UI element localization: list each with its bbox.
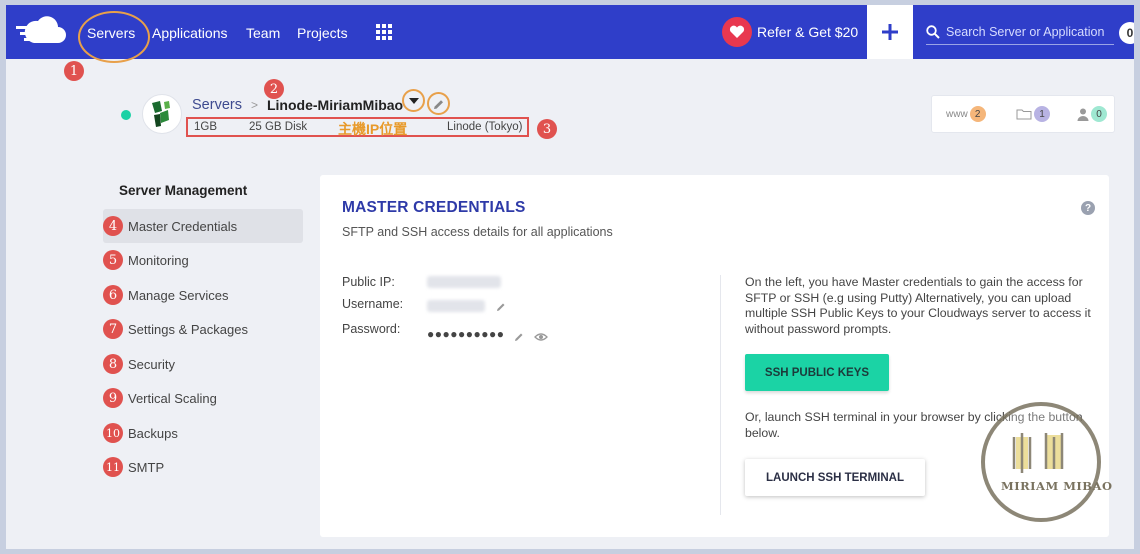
server-provider: Linode (Tokyo)	[447, 121, 523, 133]
server-counts: www 2 1 0	[931, 95, 1115, 133]
edit-pencil-icon[interactable]	[431, 97, 447, 113]
heart-icon	[722, 17, 752, 47]
sidebar-item-vertical-scaling[interactable]: 9 Vertical Scaling	[103, 381, 303, 415]
eye-icon[interactable]	[534, 331, 548, 343]
nav-projects[interactable]: Projects	[297, 25, 348, 41]
sidebar-item-manage-services[interactable]: 6 Manage Services	[103, 278, 303, 312]
ssh-public-keys-button[interactable]: SSH PUBLIC KEYS	[745, 354, 889, 391]
sidebar-item-label: Manage Services	[128, 287, 229, 303]
search-icon	[926, 24, 940, 39]
watermark-logo-icon	[981, 402, 1101, 522]
public-ip-value-blurred	[427, 276, 501, 288]
search-input[interactable]	[946, 24, 1106, 39]
sidebar-item-label: Monitoring	[128, 252, 189, 268]
folder-count[interactable]: 1	[1016, 106, 1050, 122]
card-title: MASTER CREDENTIALS	[342, 199, 526, 216]
sidebar-item-label: Settings & Packages	[128, 321, 248, 337]
password-dots: ●●●●●●●●●●	[427, 327, 505, 341]
edit-password-pencil-icon[interactable]	[513, 331, 525, 343]
annotation-badge-4: 4	[103, 216, 123, 236]
edit-username-pencil-icon[interactable]	[495, 301, 507, 313]
card-subtitle: SFTP and SSH access details for all appl…	[342, 225, 613, 239]
sidebar-item-monitoring[interactable]: 5 Monitoring	[103, 243, 303, 277]
annotation-badge-8: 8	[103, 354, 123, 374]
refer-link[interactable]: Refer & Get $20	[722, 17, 858, 47]
annotation-badge-11: 11	[103, 457, 123, 477]
annotation-badge-7: 7	[103, 319, 123, 339]
sidebar-item-smtp[interactable]: 11 SMTP	[103, 450, 303, 484]
www-icon: www	[946, 108, 968, 120]
nav-applications[interactable]: Applications	[152, 25, 228, 41]
add-button[interactable]	[867, 5, 913, 59]
linode-icon	[142, 94, 182, 134]
plus-icon	[882, 24, 898, 40]
watermark-text: MIRIAM MIBAO	[1001, 479, 1113, 493]
cloudways-logo-icon[interactable]	[14, 15, 70, 49]
sidebar-item-backups[interactable]: 10 Backups	[103, 416, 303, 450]
credentials-info-text: On the left, you have Master credentials…	[745, 275, 1091, 336]
notification-badge[interactable]: 0	[1119, 22, 1134, 44]
top-nav: Servers Applications Team Projects Refer…	[6, 5, 1134, 59]
sidebar-item-master-credentials[interactable]: 4 Master Credentials	[103, 209, 303, 243]
annotation-badge-6: 6	[103, 285, 123, 305]
app-frame: Servers Applications Team Projects Refer…	[6, 5, 1134, 549]
sidebar-item-label: Vertical Scaling	[128, 390, 217, 406]
sidebar-title: Server Management	[119, 183, 248, 198]
www-count[interactable]: www 2	[946, 106, 986, 122]
server-disk: 25 GB Disk	[249, 121, 308, 133]
www-count-value: 2	[969, 106, 986, 122]
divider	[720, 275, 721, 515]
chevron-right-icon: >	[250, 98, 258, 112]
launch-ssh-terminal-button[interactable]: LAUNCH SSH TERMINAL	[745, 459, 925, 496]
password-label: Password:	[342, 322, 401, 336]
breadcrumb-servers-link[interactable]: Servers	[192, 97, 242, 113]
user-icon	[1077, 108, 1089, 121]
sidebar-item-label: Security	[128, 356, 175, 372]
username-label: Username:	[342, 297, 404, 311]
sidebar-item-settings-packages[interactable]: 7 Settings & Packages	[103, 312, 303, 346]
sidebar-item-label: SMTP	[128, 459, 165, 475]
sidebar-item-label: Master Credentials	[128, 218, 238, 234]
public-ip-label: Public IP:	[342, 275, 395, 289]
server-ram: 1GB	[194, 121, 218, 133]
ip-note: 主機IP位置	[338, 121, 408, 137]
online-status-dot	[121, 110, 131, 120]
user-count[interactable]: 0	[1077, 106, 1107, 122]
annotation-badge-3: 3	[537, 119, 557, 139]
annotation-oval-servers	[78, 11, 150, 63]
username-value-blurred	[427, 300, 485, 312]
refer-label: Refer & Get $20	[757, 24, 859, 40]
search-bar[interactable]	[926, 19, 1114, 45]
annotation-badge-5: 5	[103, 250, 123, 270]
breadcrumb: Servers > Linode-MiriamMibao	[192, 97, 403, 113]
server-name: Linode-MiriamMibao	[266, 97, 404, 113]
nav-team[interactable]: Team	[246, 25, 280, 41]
help-icon[interactable]: ?	[1081, 201, 1095, 215]
sidebar-item-security[interactable]: 8 Security	[103, 347, 303, 381]
sidebar-item-label: Backups	[128, 425, 178, 441]
server-switch-caret-icon[interactable]	[406, 93, 422, 109]
server-meta-box: 1GB 25 GB Disk 主機IP位置 Linode (Tokyo)	[186, 117, 529, 137]
annotation-badge-1: 1	[64, 61, 84, 81]
apps-grid-icon[interactable]	[376, 24, 392, 40]
user-count-value: 0	[1091, 106, 1107, 122]
annotation-badge-2: 2	[264, 79, 284, 99]
annotation-badge-10: 10	[103, 423, 123, 443]
folder-count-value: 1	[1034, 106, 1050, 122]
folder-icon	[1016, 109, 1032, 120]
annotation-badge-9: 9	[103, 388, 123, 408]
